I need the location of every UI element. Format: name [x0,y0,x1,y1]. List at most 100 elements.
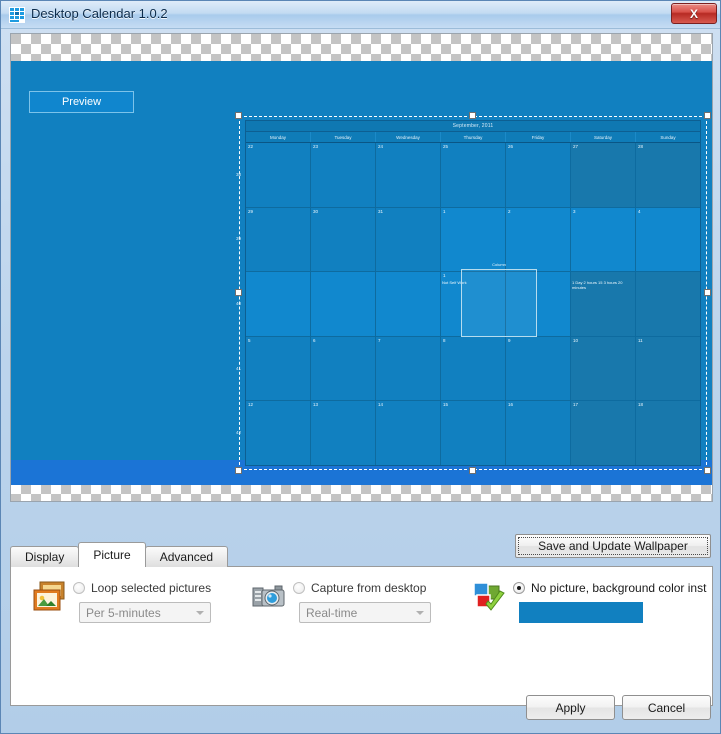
calendar-day-cell[interactable]: 28 [636,143,700,207]
calendar-day-cell[interactable]: 23 [311,143,376,207]
radio-button[interactable] [73,582,85,594]
calendar-day-cell[interactable]: 13 [311,401,376,465]
preview-button-label: Preview [61,96,102,108]
calendar-day-cell[interactable] [246,272,311,336]
calendar-day-cell[interactable]: 10 [571,336,636,401]
resize-handle-middle-right[interactable] [704,289,711,296]
calendar-day-number: 26 [508,144,514,149]
calendar-day-cell[interactable]: 2 [506,207,571,272]
calendar-day-cell[interactable]: 7 [376,336,441,401]
calendar-day-number: 10 [573,337,579,343]
calendar-weekday-tuesday: Tuesday [311,132,376,142]
calendar-event-text[interactable]: 1 Day 2 hours 15 3 hours 20 minutes [572,280,634,290]
apply-button[interactable]: Apply [526,695,615,720]
calendar-day-cell[interactable]: 27 [571,143,636,207]
calendar-day-cell[interactable]: 29 [246,207,311,272]
close-button[interactable]: X [671,3,717,24]
resize-handle-bottom-center[interactable] [469,467,476,474]
calendar-weekday-friday: Friday [506,132,571,142]
radio-row[interactable]: No picture, background color inst [513,580,706,596]
save-and-update-wallpaper-button[interactable]: Save and Update Wallpaper [515,534,711,558]
resize-handle-bottom-left[interactable] [235,467,242,474]
tab-label: Picture [93,548,131,562]
calendar-day-cell[interactable]: 3 [571,207,636,272]
calendar-day-number: 3 [573,208,576,214]
calendar-app-icon [9,7,25,23]
calendar-widget[interactable]: September, 2011 Monday Tuesday Wednesday Th… [236,120,701,466]
calendar-day-cell[interactable]: 16 [506,401,571,465]
calendar-day-cell[interactable] [636,272,700,336]
calendar-week-number: 40 [236,300,242,306]
resize-handle-top-right[interactable] [704,112,711,119]
tab-strip[interactable]: Display Picture Advanced [10,542,229,567]
tab-display[interactable]: Display [10,546,80,567]
calendar-day-number: 27 [573,144,579,149]
tab-picture[interactable]: Picture [78,542,146,567]
calendar-weekday-wednesday: Wednesday [376,132,441,142]
calendar-day-cell[interactable]: 6 [311,336,376,401]
radio-row[interactable]: Loop selected pictures [73,580,211,596]
cancel-button[interactable]: Cancel [622,695,711,720]
dropdown-value: Real-time [306,605,358,620]
background-color-swatch[interactable] [519,602,643,623]
calendar-day-number: 18 [638,402,644,408]
calendar-day-cell[interactable]: 8 [441,336,506,401]
calendar-day-cell[interactable]: 12 [246,401,311,465]
calendar-day-cell[interactable]: 1 Day 2 hours 15 3 hours 20 minutes [571,272,636,336]
calendar-day-cell[interactable]: 9 [506,336,571,401]
radio-label: Capture from desktop [311,581,427,595]
focus-ring [518,537,708,555]
calendar-day-cell[interactable] [311,272,376,336]
preview-button[interactable]: Preview [29,91,134,113]
calendar-day-number: 29 [248,208,254,214]
radio-label: Loop selected pictures [91,581,212,595]
calendar-selection[interactable]: September, 2011 Monday Tuesday Wednesday Th… [235,112,711,474]
tab-label: Advanced [159,550,214,564]
interval-dropdown[interactable]: Real-time [299,602,431,623]
calendar-day-cell[interactable]: 17 [571,401,636,465]
resize-handle-bottom-right[interactable] [704,467,711,474]
calendar-day-cell[interactable]: 30 [311,207,376,272]
calendar-day-cell[interactable]: 14 [376,401,441,465]
radio-button[interactable] [513,582,525,594]
tab-advanced[interactable]: Advanced [144,546,229,567]
picture-option-2: Capture from desktop Real-time [251,580,431,623]
calendar-day-cell[interactable]: 25 [441,143,506,207]
calendar-day-cell[interactable] [506,272,571,336]
calendar-day-cell[interactable]: 24 [376,143,441,207]
calendar-day-number: 28 [638,144,644,149]
calendar-day-cell[interactable]: 1 [441,207,506,272]
calendar-day-cell[interactable]: 26 [506,143,571,207]
calendar-day-number: 13 [313,402,319,408]
picture-option-3: No picture, background color inst [471,580,706,623]
calendar-day-cell[interactable]: 4 [636,207,700,272]
calendar-day-cell[interactable]: 11 [636,336,700,401]
calendar-event-text[interactable]: Not Self Work [442,280,504,285]
radio-button[interactable] [293,582,305,594]
calendar-day-cell[interactable]: 15 [441,401,506,465]
calendar-grid[interactable]: 38 22 23 24 25 26 27 28 39 29 30 31 1 2 3 4 40 1 Not Self … [236,143,700,465]
interval-dropdown[interactable]: Per 5-minutes [79,602,211,623]
wallpaper-preview[interactable]: Preview September, 2011 Monday Tuesday Wed… [10,33,713,502]
calendar-week-number: 39 [236,236,242,242]
calendar-day-cell[interactable]: 22 [246,143,311,207]
resize-handle-top-left[interactable] [235,112,242,119]
resize-handle-top-center[interactable] [469,112,476,119]
calendar-day-cell[interactable]: 5 [246,336,311,401]
calendar-week-row: 40 1 Not Self Work 1 Day 2 hours 15 3 hours… [236,272,700,337]
calendar-day-number: 1 [443,273,446,279]
calendar-day-cell[interactable]: 18 [636,401,700,465]
calendar-week-number: 38 [236,171,242,177]
calendar-day-number: 31 [378,208,384,214]
resize-handle-middle-left[interactable] [235,289,242,296]
pictures-stack-icon [31,580,67,614]
calendar-day-number: 17 [573,402,579,408]
calendar-weekday-thursday: Thursday [441,132,506,142]
calendar-day-cell[interactable] [376,272,441,336]
radio-row[interactable]: Capture from desktop [293,580,431,596]
calendar-week-row: 41 5 6 7 8 9 10 11 [236,336,700,402]
camera-icon [251,580,287,614]
calendar-day-cell[interactable]: 1 Not Self Work [441,272,506,336]
calendar-day-cell[interactable]: 31 [376,207,441,272]
calendar-week-number: 42 [236,430,242,436]
